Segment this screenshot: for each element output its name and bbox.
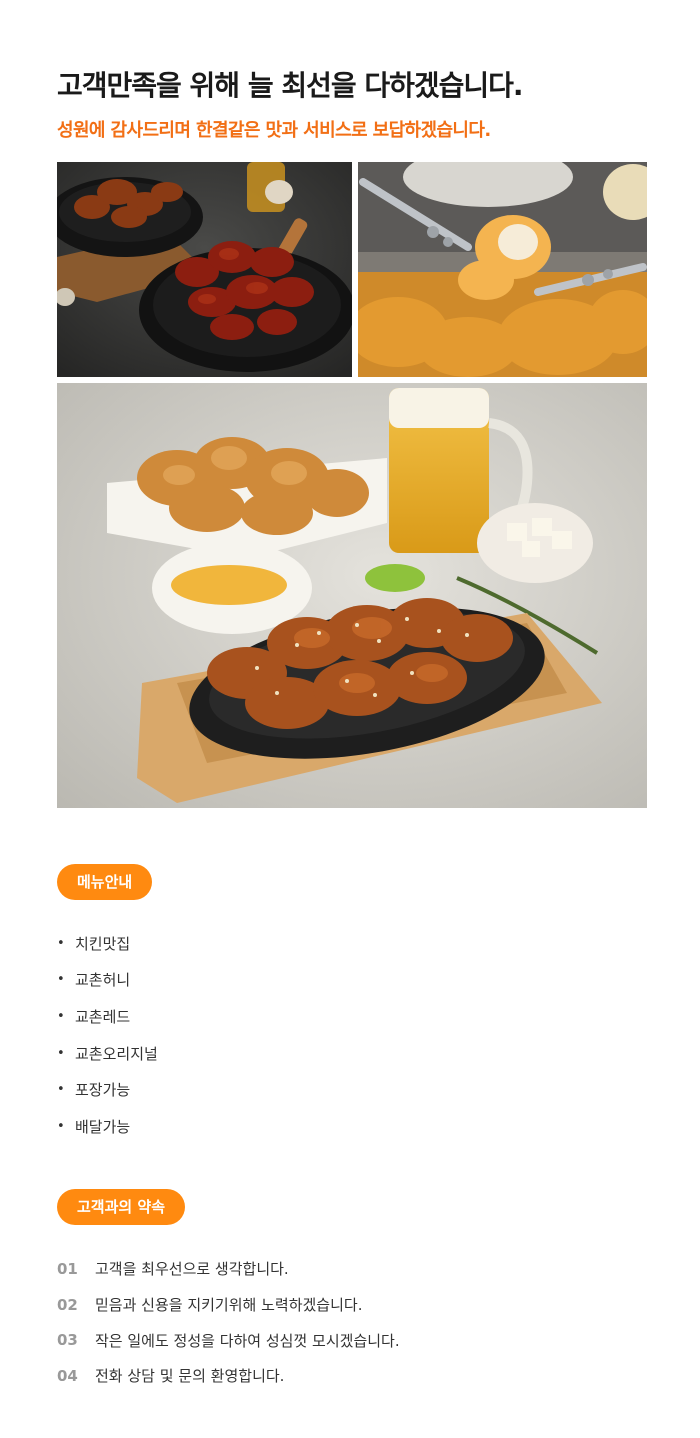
menu-item-label: 포장가능 [75,1081,131,1100]
menu-item-label: 교촌허니 [75,971,131,990]
chicken-plates-image [57,162,352,377]
menu-item-label: 교촌오리지널 [75,1044,158,1063]
list-item: • 교촌오리지널 [57,1035,158,1072]
promise-text: 전화 상담 및 문의 환영합니다. [95,1367,285,1386]
promise-list: 01 고객을 최우선으로 생각합니다. 02 믿음과 신용을 지키기위해 노력하겠습… [57,1251,400,1394]
bullet-icon: • [57,1008,65,1024]
menu-section-title: 메뉴안내 [57,864,153,900]
bullet-icon: • [57,1118,65,1134]
chicken-beer-spread-photo [57,383,647,808]
promise-number: 03 [57,1331,78,1350]
promise-text: 믿음과 신용을 지키기위해 노력하겠습니다. [95,1296,363,1315]
list-item: 04 전화 상담 및 문의 환영합니다. [57,1358,400,1394]
bullet-icon: • [57,935,65,951]
list-item: • 교촌허니 [57,962,158,999]
bullet-icon: • [57,1082,65,1098]
promise-number: 04 [57,1366,78,1385]
promise-text: 고객을 최우선으로 생각합니다. [95,1260,289,1279]
promise-section-title: 고객과의 약속 [57,1189,186,1225]
chicken-beer-spread-image [57,383,647,808]
promise-number: 01 [57,1259,78,1278]
tongs-fried-chicken-image [358,162,647,377]
menu-item-label: 치킨맛집 [75,934,131,953]
bullet-icon: • [57,1045,65,1061]
tongs-fried-chicken-photo [358,162,647,377]
menu-list: • 치킨맛집 • 교촌허니 • 교촌레드 • 교촌오리지널 • 포장가능 • 배달가능 [57,925,158,1145]
menu-item-label: 배달가능 [75,1117,131,1136]
list-item: 03 작은 일에도 정성을 다하여 성심껏 모시겠습니다. [57,1322,400,1358]
list-item: • 포장가능 [57,1071,158,1108]
chicken-plates-photo [57,162,352,377]
list-item: 01 고객을 최우선으로 생각합니다. [57,1251,400,1287]
list-item: 02 믿음과 신용을 지키기위해 노력하겠습니다. [57,1287,400,1323]
page-subline: 성원에 감사드리며 한결같은 맛과 서비스로 보답하겠습니다. [57,120,491,141]
promise-text: 작은 일에도 정성을 다하여 성심껏 모시겠습니다. [95,1331,400,1350]
bullet-icon: • [57,972,65,988]
page-headline: 고객만족을 위해 늘 최선을 다하겠습니다. [57,69,524,102]
list-item: • 교촌레드 [57,998,158,1035]
promise-number: 02 [57,1295,78,1314]
list-item: • 치킨맛집 [57,925,158,962]
list-item: • 배달가능 [57,1108,158,1145]
menu-item-label: 교촌레드 [75,1007,131,1026]
